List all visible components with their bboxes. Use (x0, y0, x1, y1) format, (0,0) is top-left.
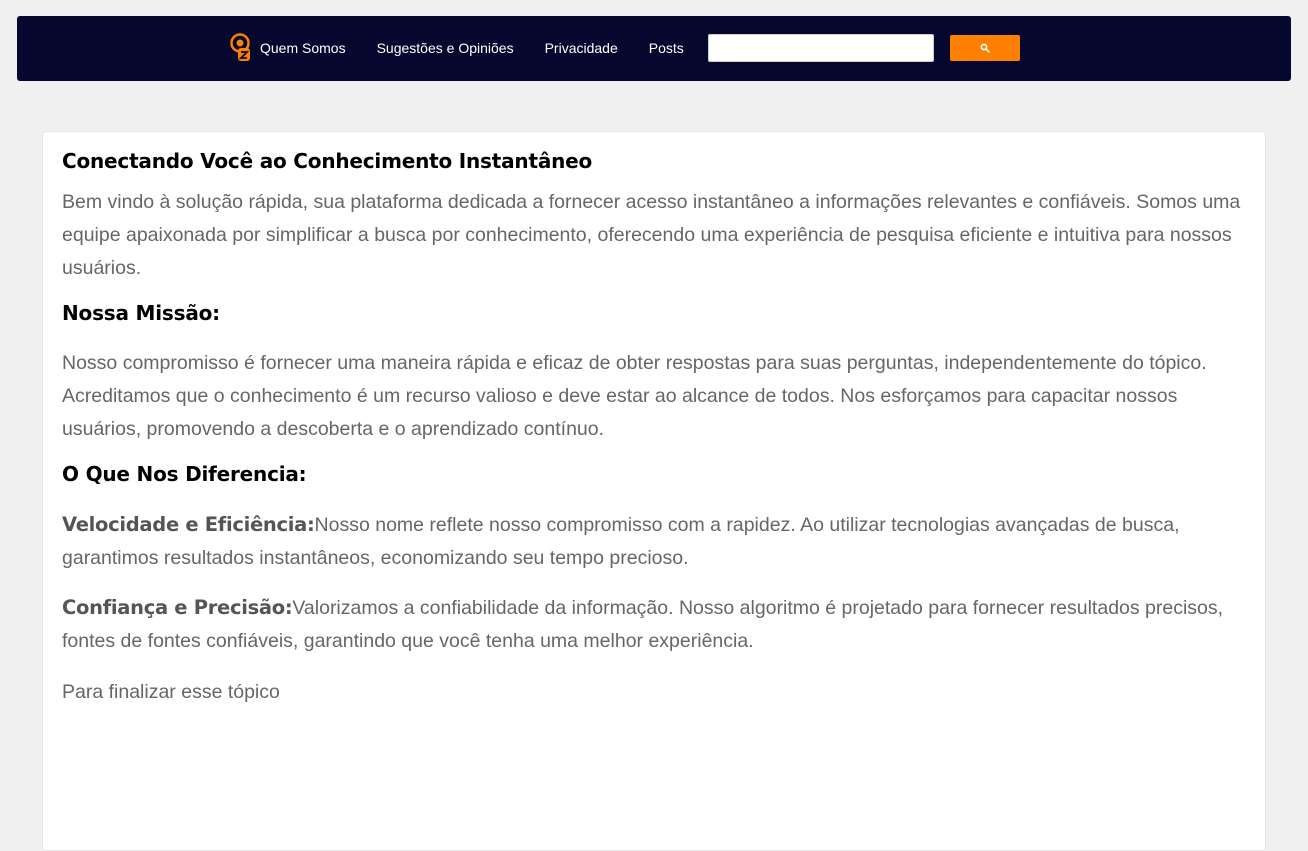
closing-paragraph: Para finalizar esse tópico (62, 681, 280, 703)
nav-link-privacidade[interactable]: Privacidade (545, 40, 618, 56)
search-button[interactable] (949, 35, 1020, 61)
about-card: Conectando Você ao Conhecimento Instantâ… (42, 131, 1266, 851)
page-title: Conectando Você ao Conhecimento Instantâ… (62, 149, 593, 173)
differential-item: Confiança e Precisão:Valorizamos a confi… (62, 591, 1246, 658)
nav-link-quem-somos[interactable]: Quem Somos (260, 40, 346, 56)
mission-paragraph: Nosso compromisso é fornecer uma maneira… (62, 352, 1207, 440)
intro-paragraph: Bem vindo à solução rápida, sua platafor… (62, 191, 1241, 279)
nav-link-posts[interactable]: Posts (649, 40, 684, 56)
search-icon (980, 43, 990, 53)
differential-label: Confiança e Precisão: (62, 596, 293, 619)
logo-icon[interactable] (230, 33, 252, 63)
mission-heading: Nossa Missão: (62, 301, 220, 325)
nav-link-sugestoes[interactable]: Sugestões e Opiniões (377, 40, 514, 56)
search-input[interactable] (707, 34, 934, 62)
differential-item: Velocidade e Eficiência:Nosso nome refle… (62, 508, 1246, 575)
differential-label: Velocidade e Eficiência: (62, 513, 315, 536)
differentials-heading: O Que Nos Diferencia: (62, 462, 307, 486)
top-navbar: Quem Somos Sugestões e Opiniões Privacid… (17, 16, 1291, 81)
nav-menu: Quem Somos Sugestões e Opiniões Privacid… (230, 30, 1020, 66)
